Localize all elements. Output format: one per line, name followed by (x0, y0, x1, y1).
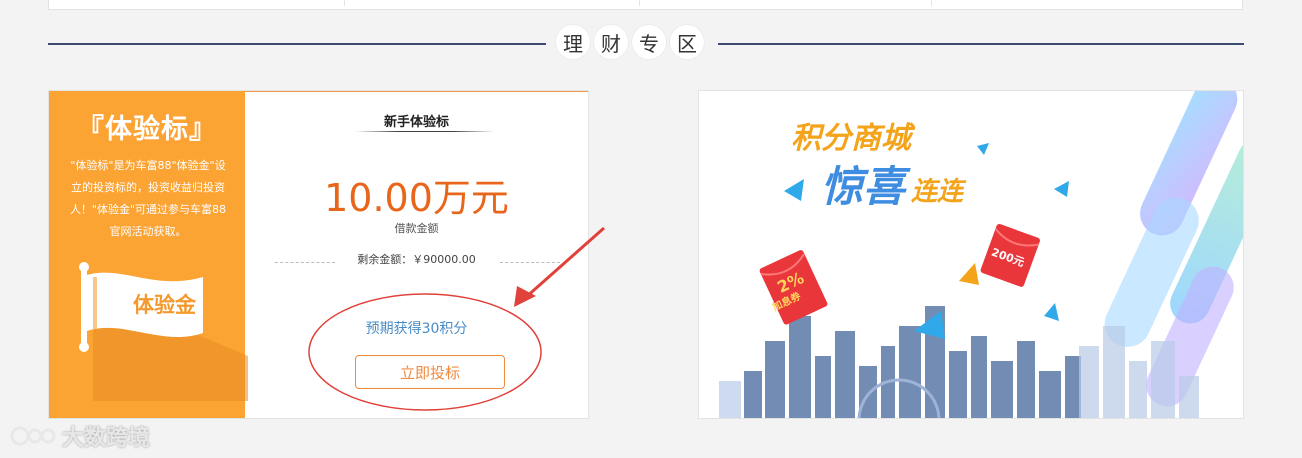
top-accent-line (245, 91, 588, 92)
trial-info-panel: 『体验标』 "体验标"是为车富88"体验金"设立的投资标的，投资收益归投资人！"… (49, 91, 248, 418)
expected-points: 预期获得30积分 (365, 321, 468, 337)
trial-product-card: 『体验标』 "体验标"是为车富88"体验金"设立的投资标的，投资收益归投资人！"… (48, 90, 589, 419)
title-underline (355, 131, 495, 132)
banner-background (719, 91, 1243, 418)
dash-divider (500, 262, 560, 263)
section-title-char: 专 (632, 25, 666, 59)
trial-detail-panel: 新手体验标 10.00万元 借款金额 剩余金额：￥90000.00 预期获得30… (245, 91, 588, 418)
section-title: 理 财 专 区 (556, 25, 704, 59)
loan-amount-label: 借款金额 (394, 222, 439, 235)
trial-description: "体验标"是为车富88"体验金"设立的投资标的，投资收益归投资人！"体验金"可通… (69, 159, 227, 238)
banner-subtitle-main: 惊喜 (821, 162, 906, 211)
banner-title: 积分商城 (791, 121, 911, 156)
section-divider-right (718, 43, 1244, 45)
remaining-amount: 剩余金额：￥90000.00 (357, 253, 476, 266)
trial-badge-title: 『体验标』 (77, 114, 217, 145)
points-mall-banner[interactable]: 积分商城 惊喜 连连 2% 加息券 200元 (698, 90, 1244, 419)
loan-amount: 10.00万元 (324, 176, 509, 220)
invest-button[interactable]: 立即投标 (355, 355, 505, 389)
banner-subtitle-tail: 连连 (911, 177, 964, 207)
flag-label: 体验金 (133, 293, 196, 317)
strip-separator (931, 0, 932, 6)
flag-illustration: 体验金 (73, 261, 253, 401)
section-divider-left (48, 43, 546, 45)
watermark-logo-icon (10, 426, 56, 446)
section-title-char: 财 (594, 25, 628, 59)
product-title: 新手体验标 (383, 115, 449, 130)
section-title-char: 理 (556, 25, 590, 59)
top-list-strip (48, 0, 1243, 10)
section-title-char: 区 (670, 25, 704, 59)
strip-separator (639, 0, 640, 6)
flag-icon (79, 262, 248, 401)
strip-separator (344, 0, 345, 6)
watermark-text: 大数跨境 (62, 426, 151, 451)
watermark: 大数跨境 (10, 420, 150, 452)
